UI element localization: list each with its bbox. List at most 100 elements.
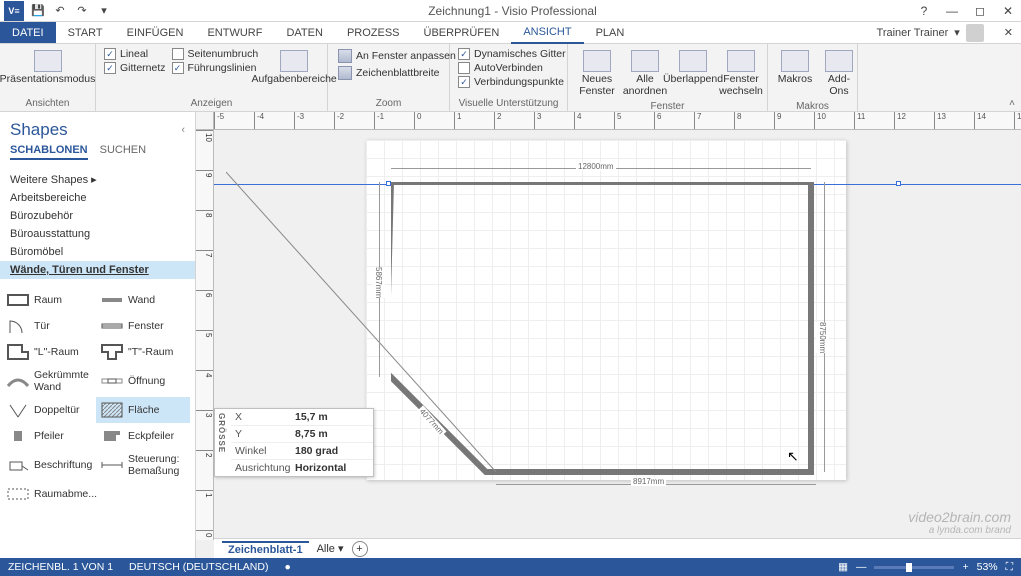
zoom-in-button[interactable]: + [962, 561, 968, 573]
app-icon: V≡ [4, 1, 24, 21]
tab-ansicht[interactable]: ANSICHT [511, 22, 583, 44]
shape-icon [6, 343, 30, 361]
guide-handle-right[interactable] [896, 181, 901, 186]
shapes-collapse-icon[interactable]: ‹ [181, 124, 185, 136]
shape-icon [100, 291, 124, 309]
macros-button[interactable]: Makros [776, 48, 814, 88]
help-icon[interactable]: ? [911, 1, 937, 21]
check-lineal[interactable]: ✓Lineal [104, 48, 166, 60]
qat-customize-icon[interactable]: ▾ [94, 1, 114, 21]
close-subwindow-icon[interactable]: ✕ [1004, 26, 1013, 39]
shape-icon [6, 317, 30, 335]
check-fuehrungslinien[interactable]: ✓Führungslinien [172, 62, 259, 74]
cat-bueroausstattung[interactable]: Büroausstattung [0, 225, 195, 243]
shape-item-fenster[interactable]: Fenster [96, 313, 190, 339]
zoom-thumb[interactable] [906, 563, 912, 572]
zoom-value[interactable]: 53% [977, 561, 998, 573]
check-gitternetz[interactable]: ✓Gitternetz [104, 62, 166, 74]
task-panes-button[interactable]: Aufgabenbereiche [264, 48, 324, 88]
shape-item-doppelt-r[interactable]: Doppeltür [2, 397, 96, 423]
check-connection-points[interactable]: ✓Verbindungspunkte [458, 76, 566, 88]
addons-button[interactable]: Add- Ons [820, 48, 858, 99]
macro-record-icon[interactable]: ● [284, 561, 290, 573]
ruler-horizontal[interactable]: -5-4-3-2-1012345678910111213141516171819… [214, 112, 1021, 130]
user-avatar[interactable] [966, 24, 984, 42]
shape-item-fl-che[interactable]: Fläche [96, 397, 190, 423]
fit-window-button[interactable]: An Fenster anpassen [336, 48, 458, 64]
shape-item-beschriftung[interactable]: Beschriftung [2, 449, 96, 481]
user-name[interactable]: Trainer Trainer [877, 27, 949, 39]
shape-item-steuerung-bema-ung[interactable]: Steuerung: Bemaßung [96, 449, 190, 481]
check-autoconnect[interactable]: AutoVerbinden [458, 62, 566, 74]
cat-bueromoebel[interactable]: Büromöbel [0, 243, 195, 261]
shape-item-pfeiler[interactable]: Pfeiler [2, 423, 96, 449]
page-filter-all[interactable]: Alle ▾ [317, 542, 344, 555]
minimize-icon[interactable]: — [939, 1, 965, 21]
watermark: video2brain.com a lynda.com brand [908, 510, 1011, 536]
add-page-button[interactable]: + [352, 541, 368, 557]
tab-entwurf[interactable]: ENTWURF [195, 22, 274, 43]
ruler-vertical[interactable]: 109876543210 [196, 130, 214, 540]
size-row[interactable]: Y8,75 m [231, 426, 373, 443]
shape-item-wand[interactable]: Wand [96, 287, 190, 313]
user-dropdown-icon[interactable]: ▾ [954, 26, 960, 39]
shapes-panel: Shapes ‹ SCHABLONEN SUCHEN Weitere Shape… [0, 112, 196, 558]
shape-label: Doppeltür [34, 404, 80, 416]
size-row[interactable]: AusrichtungHorizontal [231, 460, 373, 476]
shape-label: Steuerung: Bemaßung [128, 453, 186, 477]
tab-start[interactable]: START [56, 22, 115, 43]
shape-item--t-raum[interactable]: "T"-Raum [96, 339, 190, 365]
check-dyn-grid[interactable]: ✓Dynamisches Gitter [458, 48, 566, 60]
qat-save-icon[interactable]: 💾 [28, 1, 48, 21]
drawing-canvas[interactable]: -5-4-3-2-1012345678910111213141516171819… [196, 112, 1021, 558]
shape-item--ffnung[interactable]: Öffnung [96, 365, 190, 397]
cat-arbeitsbereiche[interactable]: Arbeitsbereiche [0, 189, 195, 207]
close-icon[interactable]: ✕ [995, 1, 1021, 21]
view-normal-icon[interactable]: ▦ [838, 561, 848, 573]
shape-item-t-r[interactable]: Tür [2, 313, 96, 339]
zoom-fit-icon[interactable]: ⛶ [1006, 561, 1013, 574]
shape-icon [100, 372, 124, 390]
qat-redo-icon[interactable]: ↷ [72, 1, 92, 21]
subtab-suchen[interactable]: SUCHEN [100, 144, 146, 160]
arrange-all-button[interactable]: Alle anordnen [624, 48, 666, 99]
shape-item--l-raum[interactable]: "L"-Raum [2, 339, 96, 365]
file-tab[interactable]: DATEI [0, 22, 56, 43]
check-seitenumbruch[interactable]: Seitenumbruch [172, 48, 259, 60]
maximize-icon[interactable]: ◻ [967, 1, 993, 21]
page-tab-1[interactable]: Zeichenblatt-1 [222, 541, 309, 557]
tab-daten[interactable]: DATEN [274, 22, 334, 43]
zoom-slider[interactable] [874, 566, 954, 569]
presentation-mode-button[interactable]: Präsentationsmodus [8, 48, 87, 88]
cascade-button[interactable]: Überlappend [672, 48, 714, 88]
qat-undo-icon[interactable]: ↶ [50, 1, 70, 21]
dim-left: 5867mm [372, 267, 385, 298]
shape-item-raum[interactable]: Raum [2, 287, 96, 313]
cascade-icon [679, 50, 707, 72]
collapse-ribbon-icon[interactable]: ˄ [1009, 98, 1015, 109]
subtab-schablonen[interactable]: SCHABLONEN [10, 144, 88, 160]
size-row[interactable]: X15,7 m [231, 409, 373, 426]
shape-label: Wand [128, 294, 155, 306]
page-width-icon [338, 66, 352, 80]
group-visuelle-label: Visuelle Unterstützung [458, 96, 559, 109]
cat-buerozubehoer[interactable]: Bürozubehör [0, 207, 195, 225]
tab-prozess[interactable]: PROZESS [335, 22, 412, 43]
size-row[interactable]: Winkel180 grad [231, 443, 373, 460]
more-shapes-item[interactable]: Weitere Shapes ▸ [0, 170, 195, 189]
shape-item-raumabme-[interactable]: Raumabme... [2, 481, 96, 507]
tab-einfuegen[interactable]: EINFÜGEN [115, 22, 196, 43]
tab-ueberpruefen[interactable]: ÜBERPRÜFEN [412, 22, 512, 43]
status-page[interactable]: ZEICHENBL. 1 VON 1 [8, 561, 113, 573]
zoom-out-button[interactable]: — [856, 561, 867, 573]
page-width-button[interactable]: Zeichenblattbreite [336, 65, 458, 81]
new-window-button[interactable]: Neues Fenster [576, 48, 618, 99]
cat-waende-tueren-fenster[interactable]: Wände, Türen und Fenster [0, 261, 195, 279]
status-language[interactable]: DEUTSCH (DEUTSCHLAND) [129, 561, 268, 573]
tab-plan[interactable]: PLAN [584, 22, 637, 43]
arrange-all-icon [631, 50, 659, 72]
switch-window-button[interactable]: Fenster wechseln [720, 48, 762, 99]
shape-item-eckpfeiler[interactable]: Eckpfeiler [96, 423, 190, 449]
shape-item-gekr-mmte-wand[interactable]: Gekrümmte Wand [2, 365, 96, 397]
size-position-popup[interactable]: GRÖSSE X15,7 mY8,75 mWinkel180 gradAusri… [214, 408, 374, 477]
